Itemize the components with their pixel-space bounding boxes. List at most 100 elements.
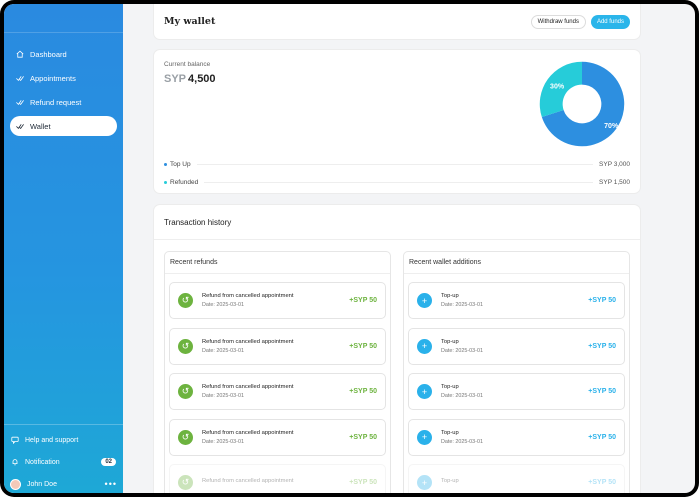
plus-icon: + <box>417 475 432 490</box>
item-title: Refund from cancelled appointment <box>202 429 294 436</box>
list-item[interactable]: ↺ Refund from cancelled appointment Date: … <box>169 418 386 456</box>
sidebar-item-refund-request[interactable]: Refund request <box>10 92 117 112</box>
plus-icon: + <box>417 293 432 308</box>
item-title: Refund from cancelled appointment <box>202 478 294 484</box>
list-item[interactable]: + Top-up Date: 2025-03-01 +SYP 50 <box>408 327 625 365</box>
notification-count-badge: 02 <box>101 458 116 466</box>
transaction-history-title: Transaction history <box>154 205 640 240</box>
sidebar-item-label: Dashboard <box>30 49 67 59</box>
avatar <box>10 478 21 490</box>
list-item[interactable]: + Top-up Date: 2025-03-01 +SYP 50 <box>408 418 625 456</box>
item-date: Date: 2025-03-01 <box>202 393 244 399</box>
item-title: Top-up <box>441 293 459 299</box>
item-text: Top-up Date: 2025-03-01 <box>441 384 483 399</box>
notification-label: Notification <box>25 458 60 466</box>
list-item[interactable]: ↺ Refund from cancelled appointment Date: … <box>169 282 386 319</box>
item-amount: +SYP 50 <box>588 388 616 395</box>
list-item[interactable]: + Top-up Date: 2025-03-01 +SYP 50 <box>408 282 625 319</box>
item-date: Date: 2025-03-01 <box>202 302 244 308</box>
legend-divider <box>196 164 594 165</box>
app-screen: Dashboard Appointments Refund request Wa… <box>4 4 695 493</box>
legend-row-refunded: Refunded SYP 1,500 <box>164 179 630 186</box>
item-amount: +SYP 50 <box>349 479 377 486</box>
recent-refunds-panel: Recent refunds ↺ Refund from cancelled ap… <box>164 251 391 493</box>
checkmark-icon <box>16 76 24 82</box>
item-amount: +SYP 50 <box>349 342 377 350</box>
list-item[interactable]: ↺ Refund from cancelled appointment +SYP 5… <box>169 464 386 493</box>
item-text: Refund from cancelled appointment <box>202 478 294 487</box>
item-text: Top-up <box>441 478 459 487</box>
legend-value-refunded: SYP 1,500 <box>599 179 630 186</box>
sidebar-nav: Dashboard Appointments Refund request Wa… <box>10 44 117 140</box>
device-frame: Dashboard Appointments Refund request Wa… <box>0 0 699 497</box>
plus-icon: + <box>417 338 432 354</box>
more-options-icon[interactable]: ••• <box>105 480 117 489</box>
item-amount: +SYP 50 <box>588 297 616 304</box>
legend-value-top-up: SYP 3,000 <box>599 161 630 168</box>
item-date: Date: 2025-03-01 <box>441 438 483 445</box>
transaction-history-card: Transaction history Recent refunds ↺ Refu… <box>154 205 640 493</box>
sidebar-item-label: Appointments <box>30 73 76 83</box>
header-actions: Withdraw funds Add funds <box>530 14 630 29</box>
sidebar-item-label: Refund request <box>30 97 82 107</box>
item-date: Date: 2025-03-01 <box>441 302 483 308</box>
sidebar-item-dashboard[interactable]: Dashboard <box>10 44 117 64</box>
list-item[interactable]: ↺ Refund from cancelled appointment Date: … <box>169 327 386 365</box>
plus-icon: + <box>417 384 432 399</box>
sidebar: Dashboard Appointments Refund request Wa… <box>4 4 123 493</box>
checkmark-icon <box>16 124 24 130</box>
item-title: Refund from cancelled appointment <box>202 293 294 299</box>
item-title: Top-up <box>441 478 459 484</box>
item-title: Refund from cancelled appointment <box>202 384 294 390</box>
bell-icon <box>12 459 18 466</box>
user-name: John Doe <box>27 480 57 488</box>
item-text: Refund from cancelled appointment Date: 2… <box>202 430 294 445</box>
notification-link[interactable]: Notification 02 <box>4 453 123 471</box>
recent-refunds-title: Recent refunds <box>165 252 390 274</box>
refund-icon: ↺ <box>178 384 193 399</box>
help-support-link[interactable]: Help and support <box>4 431 123 449</box>
item-text: Refund from cancelled appointment Date: 2… <box>202 339 294 354</box>
list-item[interactable]: ↺ Refund from cancelled appointment Date: … <box>169 373 386 410</box>
balance-value: 4,500 <box>188 73 216 85</box>
item-title: Top-up <box>441 384 459 390</box>
recent-additions-panel: Recent wallet additions + Top-up Date: 202… <box>403 251 630 493</box>
item-date: Date: 2025-03-01 <box>441 393 483 399</box>
help-support-label: Help and support <box>25 436 79 444</box>
legend-dot-top-up <box>164 163 167 166</box>
user-profile[interactable]: John Doe ••• <box>4 475 123 493</box>
item-text: Refund from cancelled appointment Date: 2… <box>202 293 294 308</box>
refund-icon: ↺ <box>178 293 193 308</box>
item-date: Date: 2025-03-01 <box>202 438 244 445</box>
item-amount: +SYP 50 <box>588 342 616 350</box>
balance-card: Current balance SYP 4,500 70% 30% Top Up S… <box>154 50 640 193</box>
sidebar-divider <box>4 32 123 33</box>
recent-additions-title: Recent wallet additions <box>404 252 629 274</box>
list-item[interactable]: + Top-up +SYP 50 <box>408 464 625 493</box>
balance-donut-chart: 70% 30% <box>539 61 625 147</box>
item-title: Top-up <box>441 429 459 436</box>
chat-icon <box>11 436 19 444</box>
sidebar-item-wallet[interactable]: Wallet <box>10 116 117 136</box>
sidebar-footer-divider <box>4 424 123 425</box>
refund-icon: ↺ <box>178 429 193 445</box>
item-date: Date: 2025-03-01 <box>441 347 483 354</box>
legend-divider <box>204 182 594 183</box>
list-item[interactable]: + Top-up Date: 2025-03-01 +SYP 50 <box>408 373 625 410</box>
item-text: Top-up Date: 2025-03-01 <box>441 339 483 354</box>
donut-label-refunded: 30% <box>550 84 565 91</box>
sidebar-item-appointments[interactable]: Appointments <box>10 68 117 88</box>
legend-row-top-up: Top Up SYP 3,000 <box>164 161 630 168</box>
item-text: Top-up Date: 2025-03-01 <box>441 293 483 308</box>
legend-dot-refunded <box>164 181 167 184</box>
withdraw-funds-button[interactable]: Withdraw funds <box>530 14 586 29</box>
home-icon <box>16 50 24 58</box>
legend-label-top-up: Top Up <box>170 161 191 168</box>
refund-icon: ↺ <box>178 475 193 490</box>
item-amount: +SYP 50 <box>349 433 377 441</box>
donut-label-top-up: 70% <box>604 123 619 130</box>
add-funds-button[interactable]: Add funds <box>590 14 630 29</box>
item-title: Refund from cancelled appointment <box>202 338 294 345</box>
item-amount: +SYP 50 <box>588 479 616 486</box>
item-amount: +SYP 50 <box>349 297 377 304</box>
